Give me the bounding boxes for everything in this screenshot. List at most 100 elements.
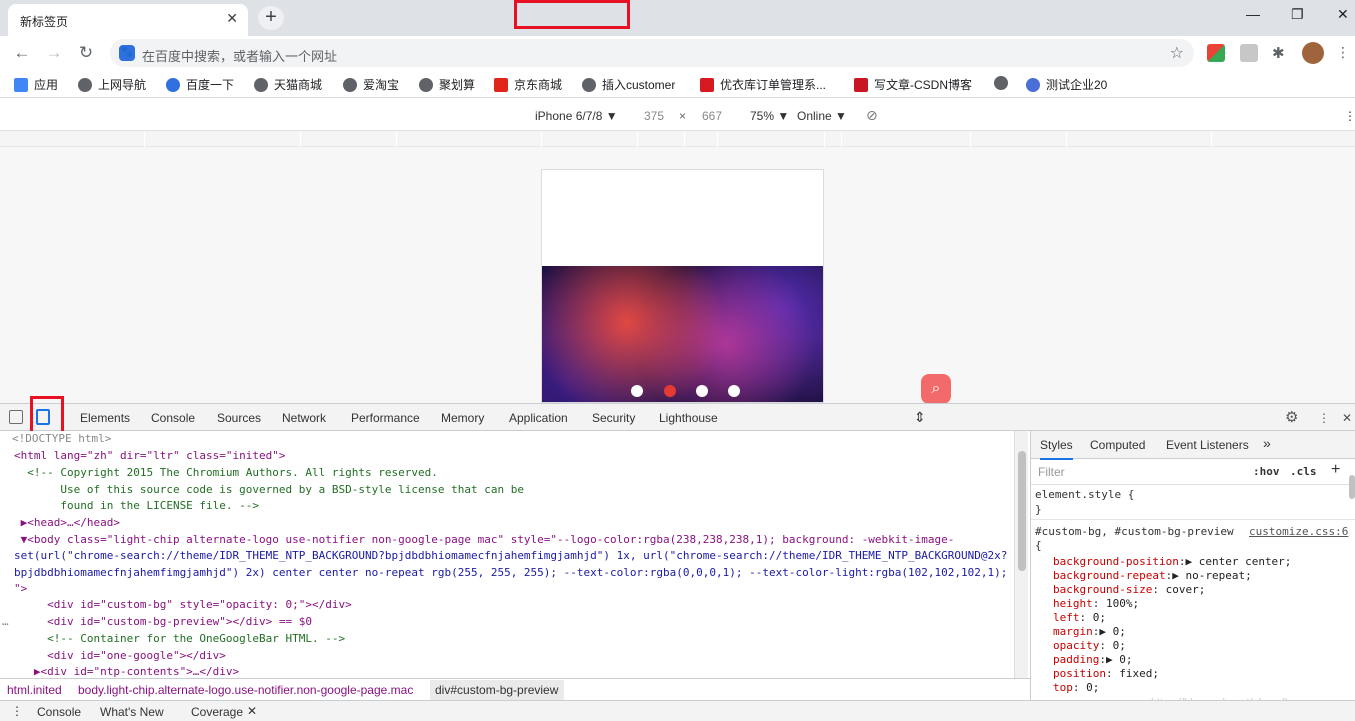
resize-handle-icon[interactable]: ⇕ — [914, 409, 926, 426]
dom-line[interactable]: Use of this source code is governed by a… — [14, 482, 524, 498]
dom-tree[interactable]: <!DOCTYPE html> <html lang="zh" dir="ltr… — [0, 431, 1014, 678]
css-declaration[interactable]: background-position:▶ center center; — [1053, 555, 1291, 569]
breadcrumb-body[interactable]: body.light-chip.alternate-logo.use-notif… — [78, 683, 413, 697]
breadcrumb-div[interactable]: div#custom-bg-preview — [430, 680, 564, 700]
hover-state-toggle[interactable]: :hov — [1253, 465, 1280, 478]
css-declaration[interactable]: padding:▶ 0; — [1053, 653, 1132, 667]
bookmark-star-icon[interactable]: ☆ — [1170, 43, 1184, 63]
scrollbar-thumb[interactable] — [1018, 451, 1026, 571]
inspect-element-icon[interactable] — [9, 410, 23, 424]
css-declaration[interactable]: top: 0; — [1053, 681, 1099, 695]
drawer-menu-icon[interactable]: ⋮ — [11, 704, 23, 718]
tab-computed[interactable]: Computed — [1090, 438, 1145, 452]
dom-line[interactable]: ▶<div id="ntp-contents">…</div> — [14, 664, 239, 678]
dom-line[interactable]: bpjdbdbhiomamecfnjahemfimgjamhjd") 2x) c… — [14, 565, 1007, 581]
drawer-close-icon[interactable]: ✕ — [247, 704, 257, 718]
dom-line[interactable]: <html lang="zh" dir="ltr" class="inited"… — [14, 448, 286, 464]
bookmark-item[interactable]: 插入customer — [582, 76, 675, 93]
restore-button[interactable]: ❐ — [1291, 6, 1304, 23]
forward-button[interactable]: → — [42, 41, 66, 65]
address-bar[interactable]: 🐾 在百度中搜索，或者输入一个网址 ☆ — [110, 39, 1194, 67]
profile-avatar[interactable] — [1302, 42, 1324, 64]
tab-application[interactable]: Application — [509, 411, 568, 425]
dom-line[interactable]: <div id="custom-bg-preview"></div> == $0 — [14, 614, 312, 630]
dom-line[interactable]: <!-- Container for the OneGoogleBar HTML… — [14, 631, 345, 647]
drawer-tab-whats-new[interactable]: What's New — [100, 705, 164, 719]
extensions-puzzle-icon[interactable]: ✱ — [1272, 44, 1290, 62]
rotate-icon[interactable]: ⊘ — [866, 107, 878, 124]
extension-mail-icon[interactable] — [1240, 44, 1258, 62]
bookmark-item[interactable]: 爱淘宝 — [343, 76, 399, 93]
tab-memory[interactable]: Memory — [441, 411, 484, 425]
network-throttle-select[interactable]: Online ▼ — [797, 109, 847, 123]
bookmark-item[interactable]: 百度一下 — [166, 76, 234, 93]
extension-colorful-icon[interactable] — [1207, 44, 1225, 62]
device-mode-icon[interactable] — [36, 409, 50, 425]
styles-scrollbar[interactable] — [1349, 475, 1355, 499]
bookmark-item[interactable]: 天猫商城 — [254, 76, 322, 93]
more-tabs-icon[interactable]: » — [1263, 435, 1271, 451]
tab-styles[interactable]: Styles — [1040, 438, 1073, 460]
back-button[interactable]: ← — [10, 41, 34, 65]
shortcut-gmail-icon[interactable] — [631, 385, 643, 397]
devtools-more-icon[interactable]: ⋮ — [1318, 411, 1330, 425]
rule-selector[interactable]: #custom-bg, #custom-bg-preview — [1035, 525, 1234, 539]
tab-elements[interactable]: Elements — [80, 411, 131, 433]
floating-search-icon[interactable]: ⌕ — [921, 374, 951, 404]
css-declaration[interactable]: height: 100%; — [1053, 597, 1139, 611]
tab-security[interactable]: Security — [592, 411, 635, 425]
element-style-rule[interactable]: element.style { — [1035, 488, 1134, 502]
settings-gear-icon[interactable]: ⚙ — [1285, 408, 1298, 426]
browser-tab[interactable]: 新标签页 ✕ — [8, 4, 248, 36]
viewport-width-input[interactable]: 375 — [644, 109, 664, 123]
zoom-select[interactable]: 75% ▼ — [750, 109, 789, 123]
rule-source-link[interactable]: customize.css:6 — [1249, 525, 1348, 538]
emulated-phone-screen[interactable] — [541, 169, 824, 403]
tab-performance[interactable]: Performance — [351, 411, 420, 425]
shortcut-csdn-icon[interactable] — [664, 385, 676, 397]
css-declaration[interactable]: background-size: cover; — [1053, 583, 1205, 597]
devtools-close-icon[interactable]: ✕ — [1342, 411, 1352, 425]
close-window-button[interactable]: ✕ — [1337, 6, 1349, 23]
shortcut-edit-icon[interactable] — [728, 385, 740, 397]
css-declaration[interactable]: background-repeat:▶ no-repeat; — [1053, 569, 1252, 583]
drawer-tab-console[interactable]: Console — [37, 705, 81, 719]
dom-line[interactable]: <!DOCTYPE html> — [12, 431, 111, 447]
bookmark-item[interactable]: 测试企业20 — [1026, 76, 1107, 93]
bookmark-item[interactable]: 优衣库订单管理系... — [700, 76, 826, 93]
bookmark-apps[interactable]: 应用 — [14, 76, 58, 93]
bookmark-item[interactable] — [994, 76, 1014, 90]
tab-close-icon[interactable]: ✕ — [226, 10, 238, 27]
tab-network[interactable]: Network — [282, 411, 326, 425]
device-select[interactable]: iPhone 6/7/8 ▼ — [535, 109, 618, 123]
drawer-tab-coverage[interactable]: Coverage — [191, 705, 243, 719]
new-rule-icon[interactable]: + — [1331, 461, 1340, 479]
bookmark-item[interactable]: 写文章-CSDN博客 — [854, 76, 972, 93]
css-declaration[interactable]: left: 0; — [1053, 611, 1106, 625]
tab-lighthouse[interactable]: Lighthouse — [659, 411, 718, 425]
dom-line[interactable]: <div id="custom-bg" style="opacity: 0;">… — [14, 597, 352, 613]
viewport-height-input[interactable]: 667 — [702, 109, 722, 123]
new-tab-button[interactable]: + — [258, 6, 284, 30]
reload-button[interactable]: ↻ — [74, 41, 98, 65]
dom-line[interactable]: <div id="one-google"></div> — [14, 648, 226, 664]
dom-line[interactable]: set(url("chrome-search://theme/IDR_THEME… — [14, 548, 1007, 564]
media-query-bar[interactable] — [0, 131, 1355, 147]
css-declaration[interactable]: margin:▶ 0; — [1053, 625, 1126, 639]
device-toolbar-more-icon[interactable]: ⋮ — [1344, 109, 1355, 123]
tab-sources[interactable]: Sources — [217, 411, 261, 425]
dom-line[interactable]: found in the LICENSE file. --> — [14, 498, 259, 514]
css-declaration[interactable]: position: fixed; — [1053, 667, 1159, 681]
dom-line[interactable]: "> — [14, 581, 27, 597]
shortcut-google-icon[interactable] — [696, 385, 708, 397]
styles-filter-input[interactable]: Filter — [1038, 465, 1065, 479]
css-declaration[interactable]: opacity: 0; — [1053, 639, 1126, 653]
dom-line[interactable]: ▼<body class="light-chip alternate-logo … — [14, 532, 955, 548]
breadcrumb-html[interactable]: html.inited — [7, 683, 62, 697]
dom-scrollbar[interactable] — [1014, 431, 1028, 678]
tab-console[interactable]: Console — [151, 411, 195, 425]
bookmark-item[interactable]: 聚划算 — [419, 76, 475, 93]
dom-line[interactable]: <!-- Copyright 2015 The Chromium Authors… — [14, 465, 438, 481]
bookmark-item[interactable]: 京东商城 — [494, 76, 562, 93]
bookmark-item[interactable]: 上网导航 — [78, 76, 146, 93]
